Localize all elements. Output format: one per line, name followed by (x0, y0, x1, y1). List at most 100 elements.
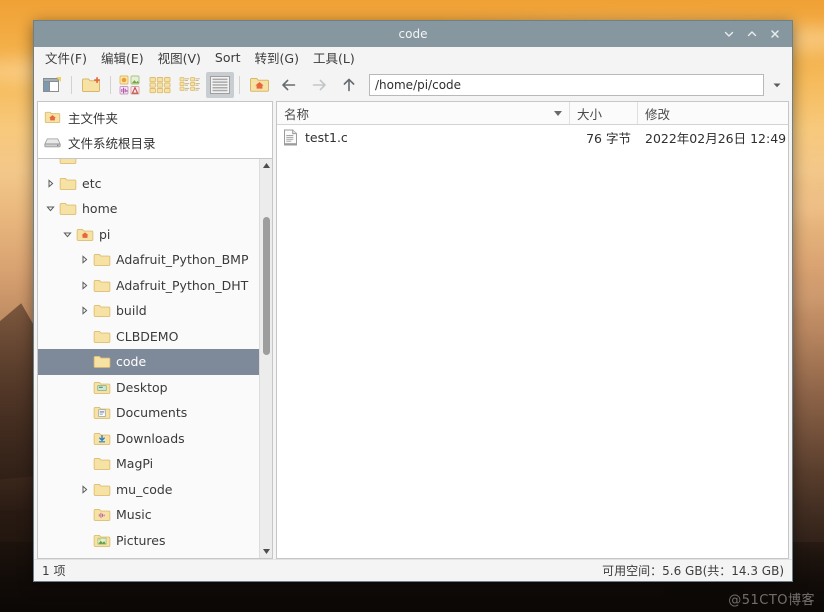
tree-twisty-expanded-icon[interactable] (42, 204, 59, 213)
folder-icon (93, 356, 111, 369)
home-folder-icon (76, 228, 94, 241)
new-folder-button[interactable] (77, 72, 105, 98)
scrollbar-track[interactable] (260, 172, 273, 545)
scroll-down-button[interactable] (260, 545, 273, 558)
tree-twisty-collapsed-icon[interactable] (76, 485, 93, 494)
menu-tools[interactable]: 工具(L) (306, 46, 362, 69)
tree-item-desktop[interactable]: Desktop (38, 375, 260, 401)
toolbar-separator-3 (239, 76, 240, 94)
drive-icon (44, 138, 61, 148)
close-icon (771, 30, 779, 38)
status-free-space: 可用空间：5.6 GB(共：14.3 GB) (602, 564, 784, 578)
up-button[interactable] (335, 72, 363, 98)
detailed-list-view-button[interactable] (206, 72, 234, 98)
compact-view-button[interactable] (176, 72, 204, 98)
tree-item-label: home (82, 201, 118, 217)
up-arrow-icon (343, 78, 355, 92)
column-size[interactable]: 大小 (570, 102, 638, 124)
minimize-button[interactable] (719, 24, 739, 44)
menu-view[interactable]: 视图(V) (151, 46, 208, 69)
new-window-icon (43, 77, 61, 92)
music-folder-icon (93, 509, 111, 522)
scroll-up-button[interactable] (260, 159, 273, 172)
toolbar: /home/pi/code (34, 69, 792, 101)
scrollbar-thumb[interactable] (262, 216, 270, 355)
file-list-pane: 名称 大小 修改 test1.c 76 字节 2022年02月26日 12:49 (276, 101, 789, 559)
tree-twisty-expanded-icon[interactable] (59, 230, 76, 239)
tree-item-partial[interactable] (38, 159, 260, 171)
tree-item-documents[interactable]: Documents (38, 400, 260, 426)
tree-item-label: Music (116, 507, 152, 523)
tree-item-pictures[interactable]: Pictures (38, 528, 260, 554)
tree-twisty-collapsed-icon[interactable] (76, 306, 93, 315)
column-name[interactable]: 名称 (277, 102, 570, 124)
file-row[interactable]: test1.c 76 字节 2022年02月26日 12:49 (277, 125, 788, 149)
tree-item-pi[interactable]: pi (38, 222, 260, 248)
downloads-folder-icon (93, 432, 111, 445)
tree-item-label: Adafruit_Python_DHT (116, 277, 249, 293)
directory-tree-viewport: etc home pi Adafruit_Python_BMP Adafruit_Pyt… (38, 159, 260, 558)
icon-view-button[interactable] (116, 72, 144, 98)
tree-twisty-collapsed-icon[interactable] (76, 281, 93, 290)
left-pane: 主文件夹 文件系统根目录 etc home pi Adafruit_Python_BM… (37, 101, 273, 559)
column-modified[interactable]: 修改 (638, 102, 788, 124)
status-item-count: 1 项 (42, 564, 66, 578)
thumbnail-view-button[interactable] (146, 72, 174, 98)
tree-item-label: Downloads (116, 430, 185, 446)
maximize-button[interactable] (742, 24, 762, 44)
tree-item-adafruit_python_bmp[interactable]: Adafruit_Python_BMP (38, 247, 260, 273)
tree-twisty-collapsed-icon[interactable] (42, 179, 59, 188)
tree-item-label: build (116, 303, 147, 319)
home-folder-icon (249, 78, 269, 92)
tree-item-music[interactable]: Music (38, 502, 260, 528)
back-arrow-icon (282, 79, 296, 91)
tree-item-adafruit_python_dht[interactable]: Adafruit_Python_DHT (38, 273, 260, 299)
folder-icon (59, 159, 77, 165)
path-text: /home/pi/code (375, 78, 462, 92)
tree-item-label: Desktop (116, 379, 168, 395)
chevron-down-icon (724, 31, 734, 37)
tree-item-magpi[interactable]: MagPi (38, 451, 260, 477)
tree-item-code[interactable]: code (38, 349, 260, 375)
close-button[interactable] (765, 24, 785, 44)
file-list-header: 名称 大小 修改 (277, 102, 788, 125)
folder-icon (93, 330, 111, 343)
folder-icon (93, 458, 111, 471)
file-list-body[interactable]: test1.c 76 字节 2022年02月26日 12:49 (277, 125, 788, 558)
home-folder-icon (44, 111, 61, 124)
path-entry[interactable]: /home/pi/code (369, 74, 764, 96)
menu-edit[interactable]: 编辑(E) (94, 46, 151, 69)
tree-item-build[interactable]: build (38, 298, 260, 324)
tree-twisty-collapsed-icon[interactable] (76, 255, 93, 264)
statusbar: 1 项 可用空间：5.6 GB(共：14.3 GB) (34, 559, 792, 581)
triangle-right-icon (82, 485, 88, 494)
home-button[interactable] (245, 72, 273, 98)
directory-tree-scrollbar[interactable] (259, 159, 272, 558)
tree-item-partial[interactable] (38, 553, 260, 558)
tree-item-label: mu_code (116, 481, 173, 497)
tree-item-downloads[interactable]: Downloads (38, 426, 260, 452)
menu-sort[interactable]: Sort (208, 48, 248, 67)
back-button[interactable] (275, 72, 303, 98)
menu-file[interactable]: 文件(F) (38, 46, 94, 69)
tree-item-label: code (116, 354, 147, 370)
tree-item-label: etc (82, 175, 102, 191)
tree-item-label: CLBDEMO (116, 328, 179, 344)
sort-descending-icon (554, 111, 562, 116)
file-manager-window: code 文件(F) 编辑(E) 视图(V) Sort 转到(G) 工具(L) … (33, 20, 793, 582)
new-window-button[interactable] (38, 72, 66, 98)
tree-item-label: MagPi (116, 456, 154, 472)
path-dropdown-button[interactable] (766, 74, 788, 96)
file-name-label: test1.c (305, 129, 348, 145)
window-title: code (398, 27, 428, 41)
tree-item-clbdemo[interactable]: CLBDEMO (38, 324, 260, 350)
place-filesystem-root[interactable]: 文件系统根目录 (38, 130, 272, 155)
place-home[interactable]: 主文件夹 (38, 105, 272, 130)
folder-icon (93, 279, 111, 292)
tree-item-etc[interactable]: etc (38, 171, 260, 197)
desktop: @51CTO博客 code 文件(F) 编辑(E) 视图(V) Sort 转到(… (0, 0, 824, 612)
tree-item-home[interactable]: home (38, 196, 260, 222)
menu-go[interactable]: 转到(G) (248, 46, 306, 69)
tree-item-mu_code[interactable]: mu_code (38, 477, 260, 503)
window-titlebar[interactable]: code (34, 21, 792, 47)
